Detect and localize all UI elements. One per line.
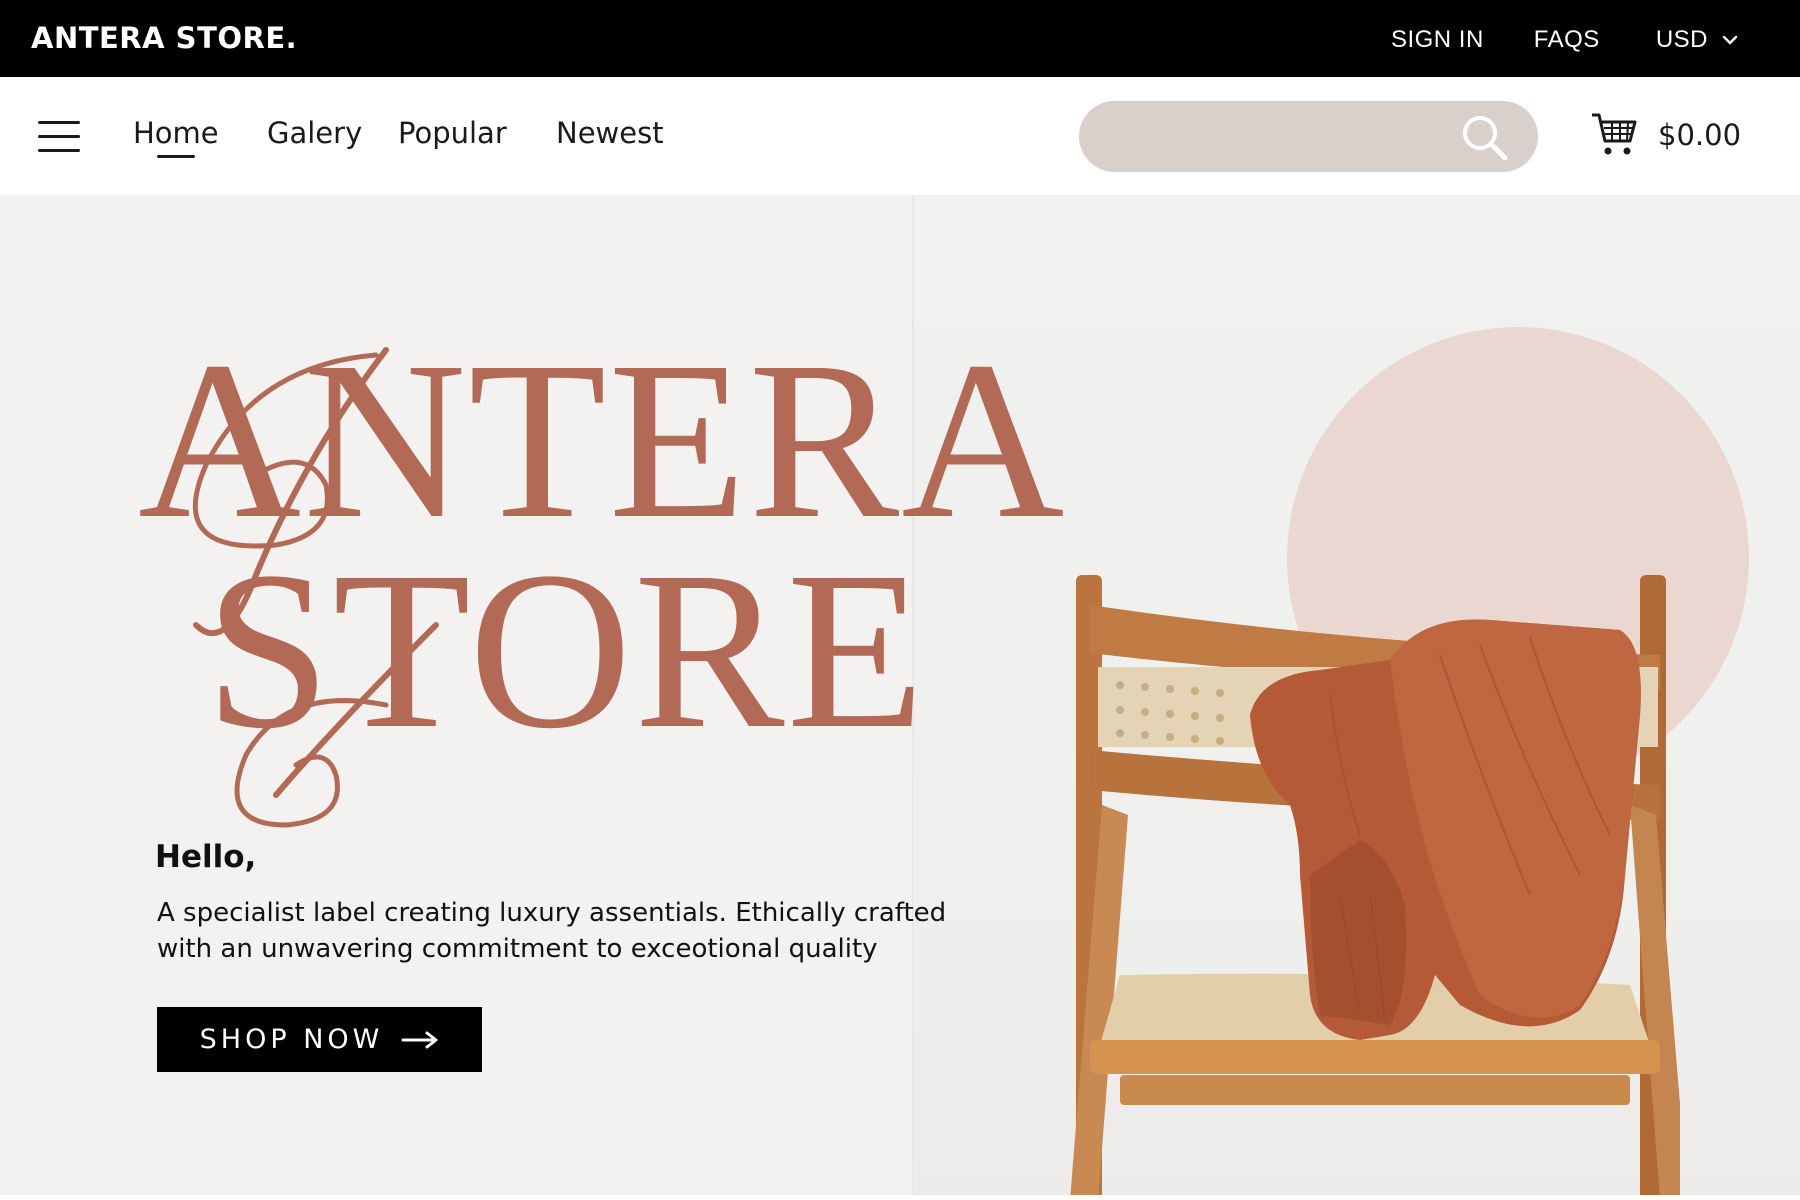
faqs-link[interactable]: FAQS: [1534, 24, 1600, 56]
nav-home[interactable]: Home: [133, 115, 219, 151]
nav-galery[interactable]: Galery: [267, 115, 362, 151]
bottom-edge: [0, 1195, 1800, 1200]
arrow-right-icon: [401, 1031, 438, 1048]
main-nav: Home Galery Popular Newest $0.00: [0, 77, 1800, 195]
hero-logo-store: STORE: [205, 525, 927, 775]
cart-icon[interactable]: [1590, 111, 1638, 157]
top-bar: ANTERA STORE. SIGN IN FAQS USD: [0, 0, 1800, 77]
menu-icon[interactable]: [38, 121, 80, 153]
brand-logo[interactable]: ANTERA STORE.: [31, 20, 297, 56]
hero-section: ANTERA STORE Hello, A specialist label c…: [0, 195, 1800, 1200]
shop-now-button[interactable]: SHOP NOW: [157, 1007, 482, 1072]
search-bar[interactable]: [1079, 101, 1538, 172]
hero-tagline: A specialist label creating luxury assen…: [157, 898, 947, 964]
cart-total[interactable]: $0.00: [1658, 117, 1741, 153]
nav-newest[interactable]: Newest: [556, 115, 664, 151]
search-input[interactable]: [1109, 101, 1449, 172]
chair-with-sweater-image: [1070, 575, 1680, 1200]
search-icon[interactable]: [1459, 113, 1511, 163]
top-links: SIGN IN FAQS USD: [1391, 24, 1738, 56]
shop-now-label: SHOP NOW: [199, 1024, 384, 1055]
sign-in-link[interactable]: SIGN IN: [1391, 24, 1484, 56]
chevron-down-icon: [1722, 35, 1738, 45]
currency-label: USD: [1655, 26, 1708, 53]
active-indicator: [157, 155, 195, 158]
hero-logo-antera: ANTERA: [138, 315, 1067, 565]
hero-greeting: Hello,: [155, 839, 257, 875]
nav-popular[interactable]: Popular: [398, 115, 507, 151]
currency-selector[interactable]: USD: [1656, 24, 1738, 56]
